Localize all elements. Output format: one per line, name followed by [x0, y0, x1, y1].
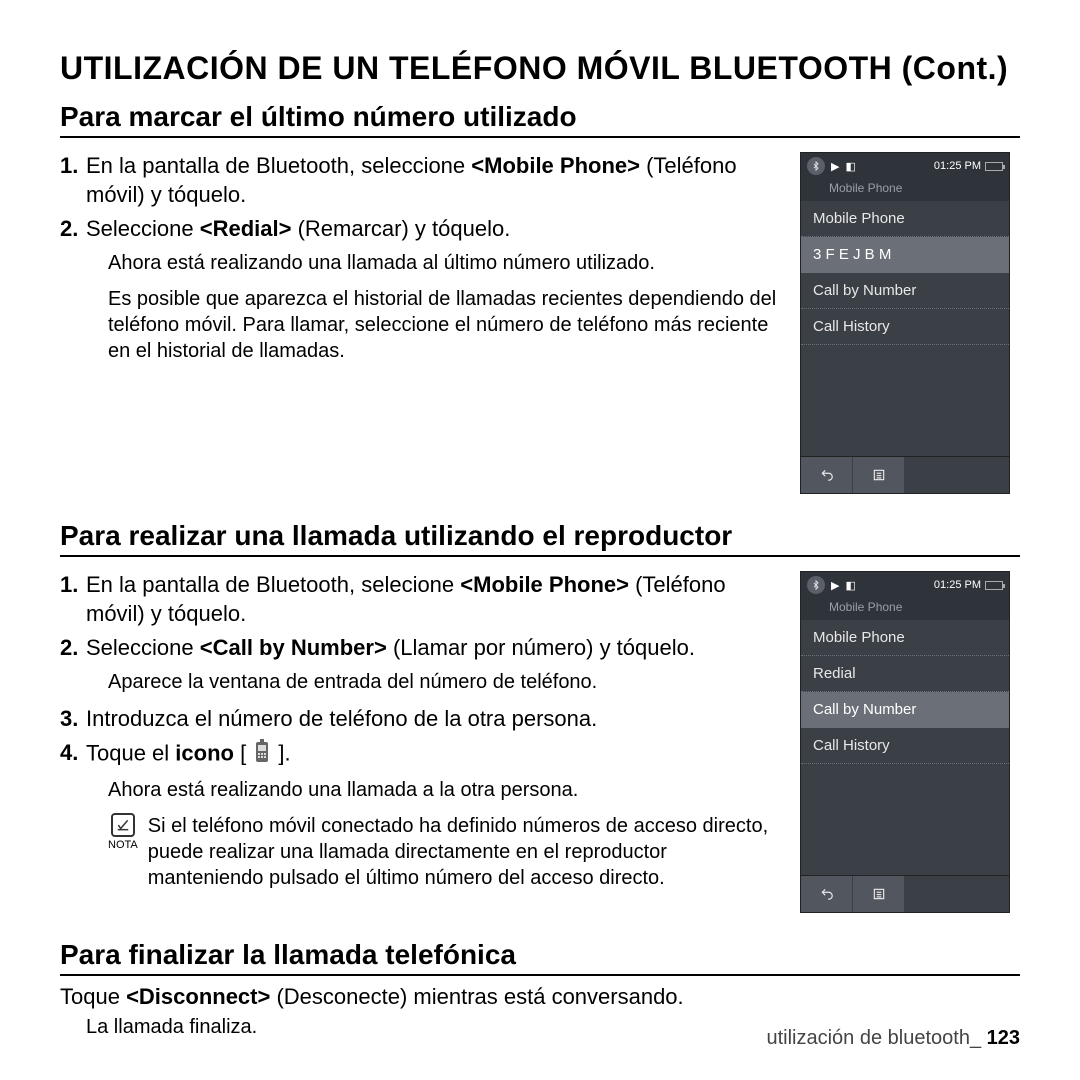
menu-item-call-history[interactable]: Call History	[801, 309, 1009, 345]
section-heading: Para ﬁnalizar la llamada telefónica	[60, 939, 1020, 976]
back-button[interactable]	[801, 457, 853, 493]
nav-spacer	[905, 876, 1009, 912]
menu-item-call-by-number[interactable]: Call by Number	[801, 273, 1009, 309]
step-4: 4. Toque el icono [ ].	[60, 739, 780, 771]
section-heading: Para marcar el último número utilizado	[60, 101, 1020, 138]
step-text: En la pantalla de Bluetooth, selecione <…	[86, 571, 780, 628]
step-number: 1.	[60, 152, 86, 209]
phone-breadcrumb: Mobile Phone	[801, 179, 1009, 201]
step-3: 3. Introduzca el número de teléfono de l…	[60, 705, 780, 734]
menu-item-call-by-number[interactable]: Call by Number	[801, 692, 1009, 728]
menu-item-mobile-phone[interactable]: Mobile Phone	[801, 620, 1009, 656]
page-title: UTILIZACIÓN DE UN TELÉFONO MÓVIL BLUETOO…	[60, 50, 1020, 87]
phone-menu-list: Mobile Phone 3 F E J B M Call by Number …	[801, 201, 1009, 456]
note: NOTA Si el teléfono móvil conectado ha d…	[108, 813, 780, 891]
menu-item-redial[interactable]: 3 F E J B M	[801, 237, 1009, 273]
menu-button[interactable]	[853, 457, 905, 493]
section-call-by-number: Para realizar una llamada utilizando el …	[60, 520, 1020, 913]
nav-spacer	[905, 457, 1009, 493]
step-number: 2.	[60, 215, 86, 244]
step-detail: Es posible que aparezca el historial de …	[108, 286, 780, 364]
note-text: Si el teléfono móvil conectado ha deﬁnid…	[148, 813, 780, 891]
bluetooth-icon	[807, 576, 825, 594]
step-1: 1. En la pantalla de Bluetooth, selecion…	[60, 571, 780, 628]
step-number: 2.	[60, 634, 86, 663]
step-2: 2. Seleccione <Call by Number> (Llamar p…	[60, 634, 780, 663]
play-icon: ▶	[831, 160, 839, 173]
section-heading: Para realizar una llamada utilizando el …	[60, 520, 1020, 557]
step-detail: Aparece la ventana de entrada del número…	[108, 669, 780, 695]
menu-item-redial[interactable]: Redial	[801, 656, 1009, 692]
note-label: NOTA	[108, 838, 138, 852]
phone-menu-list: Mobile Phone Redial Call by Number Call …	[801, 620, 1009, 875]
play-icon: ▶	[831, 579, 839, 592]
section-redial: Para marcar el último número utilizado 1…	[60, 101, 1020, 494]
menu-button[interactable]	[853, 876, 905, 912]
step-number: 1.	[60, 571, 86, 628]
page-footer: utilización de bluetooth_ 123	[766, 1027, 1020, 1050]
phone-time: 01:25 PM	[934, 579, 981, 591]
bluetooth-icon	[807, 157, 825, 175]
phone-statusbar: ▶ ◧ 01:25 PM	[801, 153, 1009, 179]
step-2: 2. Seleccione <Redial> (Remarcar) y tóqu…	[60, 215, 780, 244]
battery-icon	[985, 581, 1003, 590]
section-disconnect: Para ﬁnalizar la llamada telefónica Toqu…	[60, 939, 1020, 1040]
phone-time: 01:25 PM	[934, 160, 981, 172]
step-number: 3.	[60, 705, 86, 734]
step-text: Seleccione <Call by Number> (Llamar por …	[86, 634, 780, 663]
back-button[interactable]	[801, 876, 853, 912]
step-text: Seleccione <Redial> (Remarcar) y tóquelo…	[86, 215, 780, 244]
step-detail: Ahora está realizando una llamada a la o…	[108, 777, 780, 803]
step-number: 4.	[60, 739, 86, 771]
step-text: Toque el icono [ ].	[86, 739, 780, 771]
menu-item-mobile-phone[interactable]: Mobile Phone	[801, 201, 1009, 237]
battery-icon	[985, 162, 1003, 171]
step-text: En la pantalla de Bluetooth, seleccione …	[86, 152, 780, 209]
phone-statusbar: ▶ ◧ 01:25 PM	[801, 572, 1009, 598]
phone-handset-icon	[252, 739, 272, 771]
note-icon	[111, 813, 135, 837]
phone-mockup-call-by-number: ▶ ◧ 01:25 PM Mobile Phone Mobile Phone R…	[800, 571, 1010, 913]
step-detail: Ahora está realizando una llamada al últ…	[108, 250, 780, 276]
step-text: Introduzca el número de teléfono de la o…	[86, 705, 780, 734]
menu-item-call-history[interactable]: Call History	[801, 728, 1009, 764]
status-icon: ◧	[845, 579, 855, 592]
status-icon: ◧	[845, 160, 855, 173]
phone-mockup-redial: ▶ ◧ 01:25 PM Mobile Phone Mobile Phone 3…	[800, 152, 1010, 494]
step-1: 1. En la pantalla de Bluetooth, seleccio…	[60, 152, 780, 209]
instruction-text: Toque <Disconnect> (Desconecte) mientras…	[60, 984, 1020, 1010]
phone-breadcrumb: Mobile Phone	[801, 598, 1009, 620]
